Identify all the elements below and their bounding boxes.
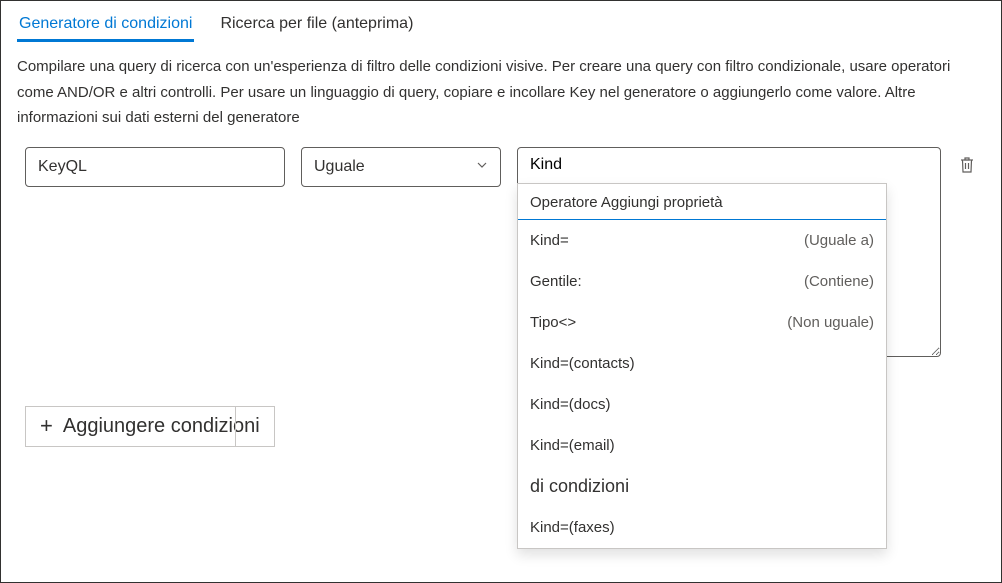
delete-condition-button[interactable] — [957, 157, 977, 177]
tab-bar: Generatore di condizioni Ricerca per fil… — [1, 1, 1001, 42]
chevron-down-icon — [476, 158, 488, 176]
suggestion-dropdown: Operatore Aggiungi proprietà Kind= (Ugua… — [517, 183, 887, 549]
trash-icon — [959, 156, 975, 177]
tab-condition-builder[interactable]: Generatore di condizioni — [17, 9, 194, 41]
value-area: Kind Operatore Aggiungi proprietà Kind= … — [517, 147, 941, 360]
dropdown-item-label: Kind=(faxes) — [530, 519, 615, 536]
dropdown-item[interactable]: Kind=(email) — [518, 425, 886, 466]
add-conditions-label: Aggiungere condizioni — [63, 415, 260, 438]
dropdown-item-hint: (Non uguale) — [787, 314, 874, 331]
operator-select[interactable]: Uguale — [301, 147, 501, 187]
plus-icon: + — [40, 415, 53, 437]
dropdown-item-label: Kind= — [530, 232, 569, 249]
dropdown-item-label: Kind=(email) — [530, 437, 615, 454]
property-input[interactable] — [25, 147, 285, 187]
tab-file-search[interactable]: Ricerca per file (anteprima) — [218, 9, 415, 41]
dropdown-item[interactable]: Gentile: (Contiene) — [518, 261, 886, 302]
dropdown-header: Operatore Aggiungi proprietà — [518, 184, 886, 220]
dropdown-item-label: Tipo<> — [530, 314, 576, 331]
description-text: Compilare una query di ricerca con un'es… — [1, 42, 1001, 147]
operator-label: Uguale — [314, 158, 365, 176]
dropdown-item-hint: (Uguale a) — [804, 232, 874, 249]
dropdown-item-label: Kind=(docs) — [530, 396, 610, 413]
add-conditions-button[interactable]: + Aggiungere condizioni — [25, 406, 275, 447]
dropdown-item[interactable]: Tipo<> (Non uguale) — [518, 302, 886, 343]
dropdown-section-label: di condizioni — [518, 466, 886, 507]
dropdown-item[interactable]: Kind=(faxes) — [518, 507, 886, 548]
condition-row: Uguale Kind Operatore Aggiungi proprietà… — [1, 147, 1001, 360]
dropdown-item[interactable]: Kind=(contacts) — [518, 343, 886, 384]
dropdown-item-hint: (Contiene) — [804, 273, 874, 290]
dropdown-item[interactable]: Kind=(docs) — [518, 384, 886, 425]
dropdown-item-label: Kind=(contacts) — [530, 355, 635, 372]
dropdown-item-label: Gentile: — [530, 273, 582, 290]
dropdown-item[interactable]: Kind= (Uguale a) — [518, 220, 886, 261]
